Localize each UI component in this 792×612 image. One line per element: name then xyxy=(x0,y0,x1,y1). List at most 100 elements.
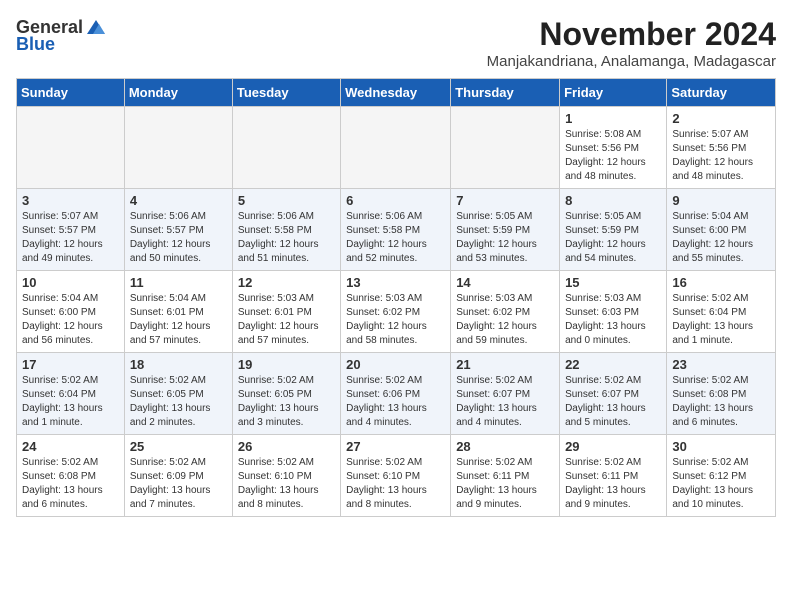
day-info: Sunrise: 5:02 AM Sunset: 6:12 PM Dayligh… xyxy=(672,456,770,512)
weekday-header-thursday: Thursday xyxy=(451,79,560,107)
day-cell: 9 Sunrise: 5:04 AM Sunset: 6:00 PM Daylig… xyxy=(667,189,776,271)
day-number: 23 xyxy=(672,357,770,372)
day-info: Sunrise: 5:02 AM Sunset: 6:07 PM Dayligh… xyxy=(456,374,554,430)
day-number: 17 xyxy=(22,357,119,372)
day-cell: 5Sunrise: 5:06 AM Sunset: 5:58 PM Daylig… xyxy=(232,189,340,271)
day-cell: 21Sunrise: 5:02 AM Sunset: 6:07 PM Dayli… xyxy=(451,353,560,435)
day-info: Sunrise: 5:02 AM Sunset: 6:04 PM Dayligh… xyxy=(672,292,770,348)
subtitle: Manjakandriana, Analamanga, Madagascar xyxy=(487,53,776,70)
day-info: Sunrise: 5:04 AM Sunset: 6:00 PM Dayligh… xyxy=(672,210,770,266)
day-number: 8 xyxy=(565,193,661,208)
day-cell: 23 Sunrise: 5:02 AM Sunset: 6:08 PM Dayli… xyxy=(667,353,776,435)
day-info: Sunrise: 5:02 AM Sunset: 6:08 PM Dayligh… xyxy=(672,374,770,430)
day-cell: 6Sunrise: 5:06 AM Sunset: 5:58 PM Daylig… xyxy=(341,189,451,271)
day-info: Sunrise: 5:02 AM Sunset: 6:10 PM Dayligh… xyxy=(238,456,335,512)
day-cell: 3 Sunrise: 5:07 AM Sunset: 5:57 PM Daylig… xyxy=(17,189,125,271)
day-number: 3 xyxy=(22,193,119,208)
day-number: 18 xyxy=(130,357,227,372)
day-number: 13 xyxy=(346,275,445,290)
day-number: 26 xyxy=(238,439,335,454)
day-number: 19 xyxy=(238,357,335,372)
day-number: 14 xyxy=(456,275,554,290)
day-number: 5 xyxy=(238,193,335,208)
day-info: Sunrise: 5:02 AM Sunset: 6:09 PM Dayligh… xyxy=(130,456,227,512)
day-cell: 24 Sunrise: 5:02 AM Sunset: 6:08 PM Dayli… xyxy=(17,435,125,517)
day-cell: 22 Sunrise: 5:02 AM Sunset: 6:07 PM Dayli… xyxy=(560,353,667,435)
day-cell: 30 Sunrise: 5:02 AM Sunset: 6:12 PM Dayli… xyxy=(667,435,776,517)
day-info: Sunrise: 5:02 AM Sunset: 6:05 PM Dayligh… xyxy=(130,374,227,430)
day-cell xyxy=(124,107,232,189)
day-number: 12 xyxy=(238,275,335,290)
calendar: SundayMondayTuesdayWednesdayThursdayFrid… xyxy=(16,78,776,517)
day-number: 11 xyxy=(130,275,227,290)
day-number: 15 xyxy=(565,275,661,290)
week-row-3: 10 Sunrise: 5:04 AM Sunset: 6:00 PM Dayli… xyxy=(17,271,776,353)
day-number: 7 xyxy=(456,193,554,208)
day-number: 24 xyxy=(22,439,119,454)
day-info: Sunrise: 5:03 AM Sunset: 6:02 PM Dayligh… xyxy=(456,292,554,348)
day-number: 10 xyxy=(22,275,119,290)
day-cell: 2Sunrise: 5:07 AM Sunset: 5:56 PM Daylig… xyxy=(667,107,776,189)
day-info: Sunrise: 5:05 AM Sunset: 5:59 PM Dayligh… xyxy=(456,210,554,266)
day-info: Sunrise: 5:02 AM Sunset: 6:05 PM Dayligh… xyxy=(238,374,335,430)
day-info: Sunrise: 5:03 AM Sunset: 6:03 PM Dayligh… xyxy=(565,292,661,348)
day-info: Sunrise: 5:02 AM Sunset: 6:06 PM Dayligh… xyxy=(346,374,445,430)
day-number: 4 xyxy=(130,193,227,208)
day-info: Sunrise: 5:08 AM Sunset: 5:56 PM Dayligh… xyxy=(565,128,661,184)
day-number: 28 xyxy=(456,439,554,454)
day-number: 20 xyxy=(346,357,445,372)
weekday-header-tuesday: Tuesday xyxy=(232,79,340,107)
day-info: Sunrise: 5:02 AM Sunset: 6:07 PM Dayligh… xyxy=(565,374,661,430)
weekday-header-sunday: Sunday xyxy=(17,79,125,107)
week-row-5: 24 Sunrise: 5:02 AM Sunset: 6:08 PM Dayli… xyxy=(17,435,776,517)
logo-blue: Blue xyxy=(16,34,55,55)
day-cell: 7 Sunrise: 5:05 AM Sunset: 5:59 PM Daylig… xyxy=(451,189,560,271)
week-row-1: 1Sunrise: 5:08 AM Sunset: 5:56 PM Daylig… xyxy=(17,107,776,189)
day-number: 25 xyxy=(130,439,227,454)
day-cell: 11 Sunrise: 5:04 AM Sunset: 6:01 PM Dayli… xyxy=(124,271,232,353)
day-cell: 18 Sunrise: 5:02 AM Sunset: 6:05 PM Dayli… xyxy=(124,353,232,435)
day-number: 22 xyxy=(565,357,661,372)
logo: General Blue xyxy=(16,16,107,55)
day-cell: 19 Sunrise: 5:02 AM Sunset: 6:05 PM Dayli… xyxy=(232,353,340,435)
day-cell: 16 Sunrise: 5:02 AM Sunset: 6:04 PM Dayli… xyxy=(667,271,776,353)
day-cell xyxy=(451,107,560,189)
day-cell xyxy=(341,107,451,189)
day-info: Sunrise: 5:06 AM Sunset: 5:57 PM Dayligh… xyxy=(130,210,227,266)
day-info: Sunrise: 5:07 AM Sunset: 5:57 PM Dayligh… xyxy=(22,210,119,266)
week-row-2: 3 Sunrise: 5:07 AM Sunset: 5:57 PM Daylig… xyxy=(17,189,776,271)
day-cell: 27Sunrise: 5:02 AM Sunset: 6:10 PM Dayli… xyxy=(341,435,451,517)
day-number: 16 xyxy=(672,275,770,290)
weekday-header-monday: Monday xyxy=(124,79,232,107)
header: General Blue November 2024 Manjakandrian… xyxy=(16,16,776,70)
day-info: Sunrise: 5:03 AM Sunset: 6:02 PM Dayligh… xyxy=(346,292,445,348)
day-cell: 15 Sunrise: 5:03 AM Sunset: 6:03 PM Dayli… xyxy=(560,271,667,353)
day-number: 27 xyxy=(346,439,445,454)
day-number: 9 xyxy=(672,193,770,208)
day-cell: 17 Sunrise: 5:02 AM Sunset: 6:04 PM Dayli… xyxy=(17,353,125,435)
title-area: November 2024 Manjakandriana, Analamanga… xyxy=(487,16,776,70)
day-info: Sunrise: 5:03 AM Sunset: 6:01 PM Dayligh… xyxy=(238,292,335,348)
day-number: 30 xyxy=(672,439,770,454)
day-info: Sunrise: 5:05 AM Sunset: 5:59 PM Dayligh… xyxy=(565,210,661,266)
day-cell: 1Sunrise: 5:08 AM Sunset: 5:56 PM Daylig… xyxy=(560,107,667,189)
day-cell: 12 Sunrise: 5:03 AM Sunset: 6:01 PM Dayli… xyxy=(232,271,340,353)
day-info: Sunrise: 5:02 AM Sunset: 6:04 PM Dayligh… xyxy=(22,374,119,430)
day-info: Sunrise: 5:04 AM Sunset: 6:01 PM Dayligh… xyxy=(130,292,227,348)
weekday-header-friday: Friday xyxy=(560,79,667,107)
logo-icon xyxy=(85,16,107,38)
day-info: Sunrise: 5:02 AM Sunset: 6:11 PM Dayligh… xyxy=(456,456,554,512)
weekday-header-row: SundayMondayTuesdayWednesdayThursdayFrid… xyxy=(17,79,776,107)
day-cell: 13 Sunrise: 5:03 AM Sunset: 6:02 PM Dayli… xyxy=(341,271,451,353)
day-cell xyxy=(17,107,125,189)
day-cell: 28 Sunrise: 5:02 AM Sunset: 6:11 PM Dayli… xyxy=(451,435,560,517)
day-cell: 10 Sunrise: 5:04 AM Sunset: 6:00 PM Dayli… xyxy=(17,271,125,353)
day-cell: 20 Sunrise: 5:02 AM Sunset: 6:06 PM Dayli… xyxy=(341,353,451,435)
day-info: Sunrise: 5:02 AM Sunset: 6:08 PM Dayligh… xyxy=(22,456,119,512)
day-cell: 25 Sunrise: 5:02 AM Sunset: 6:09 PM Dayli… xyxy=(124,435,232,517)
day-cell: 26 Sunrise: 5:02 AM Sunset: 6:10 PM Dayli… xyxy=(232,435,340,517)
day-cell xyxy=(232,107,340,189)
day-info: Sunrise: 5:04 AM Sunset: 6:00 PM Dayligh… xyxy=(22,292,119,348)
week-row-4: 17 Sunrise: 5:02 AM Sunset: 6:04 PM Dayli… xyxy=(17,353,776,435)
month-title: November 2024 xyxy=(487,16,776,53)
